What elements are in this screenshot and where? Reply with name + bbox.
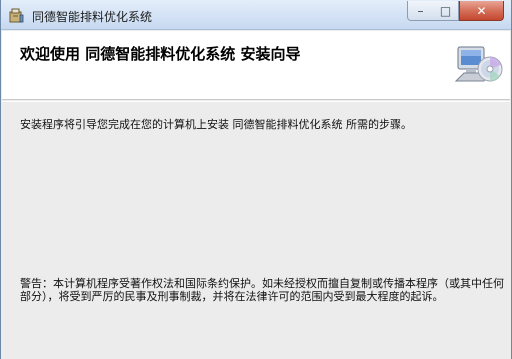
computer-cd-icon: [454, 46, 503, 82]
installer-window: 同德智能排料优化系统 – □ ✕ 欢迎使用 同德智能排料优化系统 安装向导 安装…: [0, 0, 512, 359]
copyright-warning: 警告：本计算机程序受著作权法和国际条约保护。如未经授权而擅自复制或传播本程序（或…: [20, 277, 504, 303]
maximize-button[interactable]: □: [433, 1, 459, 21]
minimize-button[interactable]: –: [407, 1, 434, 21]
maximize-icon: □: [439, 3, 452, 18]
wizard-body: 安装程序将引导您完成在您的计算机上安装 同德智能排料优化系统 所需的步骤。 警告…: [2, 102, 510, 359]
window-title: 同德智能排料优化系统: [32, 10, 153, 24]
title-bar[interactable]: 同德智能排料优化系统 – □ ✕: [1, 0, 511, 30]
installer-box-icon: [9, 8, 24, 23]
close-button[interactable]: ✕: [459, 1, 504, 21]
close-icon: ✕: [476, 3, 487, 18]
minimize-icon: –: [417, 3, 424, 18]
wizard-header: 欢迎使用 同德智能排料优化系统 安装向导: [2, 31, 510, 100]
wizard-title: 欢迎使用 同德智能排料优化系统 安装向导: [20, 45, 301, 63]
intro-text: 安装程序将引导您完成在您的计算机上安装 同德智能排料优化系统 所需的步骤。: [20, 118, 412, 131]
